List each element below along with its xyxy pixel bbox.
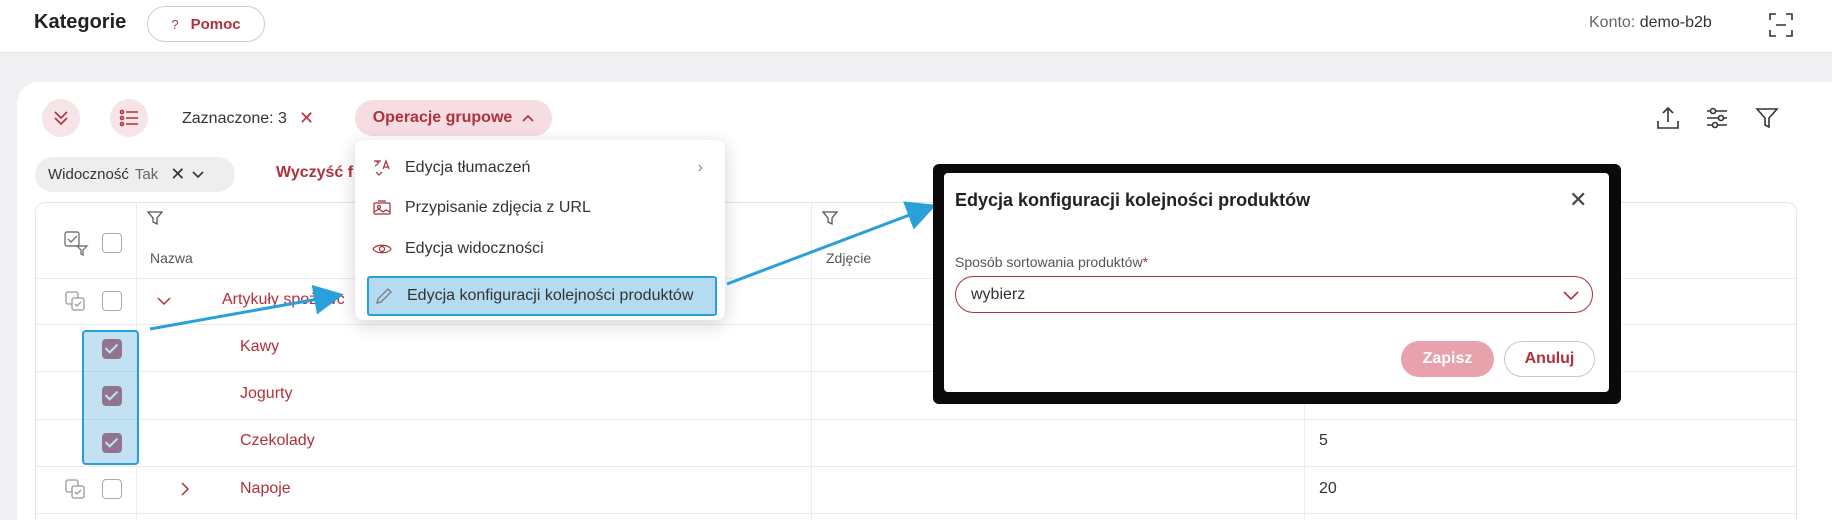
chevron-down-icon[interactable] bbox=[191, 170, 205, 180]
modal-title: Edycja konfiguracji kolejności produktów bbox=[955, 190, 1311, 210]
row-divider bbox=[36, 466, 1796, 467]
help-label: Pomoc bbox=[190, 15, 241, 33]
account-value: demo-b2b bbox=[1639, 14, 1712, 31]
translate-icon bbox=[374, 159, 390, 176]
sort-method-label: Sposób sortowania produktów* bbox=[955, 254, 1148, 270]
help-button[interactable]: ? Pomoc bbox=[147, 6, 265, 42]
clear-filters-link[interactable]: Wyczyść f bbox=[276, 164, 353, 182]
fullscreen-icon[interactable] bbox=[1768, 12, 1794, 38]
column-filter-icon[interactable] bbox=[822, 210, 838, 226]
settings-sliders-icon[interactable] bbox=[1704, 105, 1730, 131]
category-name[interactable]: Czekolady bbox=[240, 432, 315, 450]
remove-filter-icon[interactable]: ✕ bbox=[170, 164, 185, 185]
image-icon bbox=[373, 200, 391, 215]
menu-item-edit-translations[interactable]: Edycja tłumaczeń › bbox=[355, 148, 725, 188]
column-divider bbox=[811, 203, 812, 520]
clear-selection-icon[interactable]: ✕ bbox=[299, 108, 314, 129]
question-icon: ? bbox=[171, 16, 179, 32]
required-mark: * bbox=[1142, 254, 1149, 270]
select-subtree-icon[interactable] bbox=[64, 478, 86, 500]
row-divider bbox=[36, 419, 1796, 420]
chevron-right-icon: › bbox=[697, 159, 703, 176]
group-operations-label: Operacje grupowe bbox=[372, 109, 513, 126]
menu-item-edit-product-order[interactable]: Edycja konfiguracji kolejności produktów bbox=[367, 276, 717, 316]
menu-item-assign-image-url[interactable]: Przypisanie zdjęcia z URL bbox=[355, 188, 725, 228]
chevron-down-icon bbox=[1563, 291, 1579, 301]
category-name[interactable]: Kawy bbox=[240, 338, 279, 356]
column-header-photo[interactable]: Zdjęcie bbox=[826, 250, 871, 266]
save-button[interactable]: Zapisz bbox=[1401, 341, 1494, 377]
account-info: Konto: demo-b2b bbox=[1589, 14, 1712, 32]
collapse-all-button[interactable] bbox=[42, 99, 80, 137]
filter-chip-label: Widoczność bbox=[48, 166, 129, 183]
column-filter-icon[interactable] bbox=[147, 210, 163, 226]
pencil-icon bbox=[376, 288, 392, 304]
product-count: 20 bbox=[1319, 480, 1337, 497]
edit-product-order-dialog: Edycja konfiguracji kolejności produktów… bbox=[944, 173, 1609, 392]
filter-icon[interactable] bbox=[1754, 105, 1780, 131]
menu-item-label: Edycja konfiguracji kolejności produktów bbox=[407, 287, 694, 304]
account-label: Konto: bbox=[1589, 14, 1636, 31]
selected-label: Zaznaczone: 3 bbox=[182, 109, 287, 127]
select-filter-icon[interactable] bbox=[63, 230, 89, 256]
double-chevron-down-icon bbox=[54, 111, 68, 126]
sort-method-label-text: Sposób sortowania produktów bbox=[955, 254, 1143, 270]
category-name[interactable]: Artykuły spożywc bbox=[222, 291, 345, 309]
sort-method-select[interactable]: wybierz bbox=[955, 276, 1593, 313]
filter-chip-visibility[interactable]: Widoczność Tak ✕ bbox=[35, 157, 235, 192]
select-subtree-icon[interactable] bbox=[64, 290, 86, 312]
chevron-down-icon[interactable] bbox=[156, 293, 172, 309]
menu-item-edit-visibility[interactable]: Edycja widoczności bbox=[355, 229, 725, 269]
close-icon[interactable]: ✕ bbox=[1569, 187, 1587, 213]
menu-item-label: Przypisanie zdjęcia z URL bbox=[405, 199, 591, 216]
selected-count: Zaznaczone: 3 ✕ bbox=[182, 108, 314, 129]
product-count: 5 bbox=[1319, 432, 1328, 449]
cancel-button[interactable]: Anuluj bbox=[1504, 341, 1595, 377]
select-value: wybierz bbox=[971, 285, 1026, 303]
menu-item-label: Edycja tłumaczeń bbox=[405, 159, 531, 176]
export-icon[interactable] bbox=[1655, 105, 1681, 131]
row-checkbox[interactable] bbox=[102, 291, 122, 311]
select-all-checkbox[interactable] bbox=[102, 233, 122, 253]
menu-item-label: Edycja widoczności bbox=[405, 240, 544, 257]
row-divider bbox=[36, 513, 1796, 514]
group-operations-menu: Edycja tłumaczeń › Przypisanie zdjęcia z… bbox=[355, 140, 725, 320]
top-bar: Kategorie ? Pomoc Konto: demo-b2b bbox=[0, 0, 1832, 53]
list-view-button[interactable] bbox=[110, 99, 148, 137]
row-checkbox[interactable] bbox=[102, 479, 122, 499]
column-header-name[interactable]: Nazwa bbox=[150, 250, 193, 266]
chevron-up-icon bbox=[522, 114, 534, 122]
checkbox-selection-highlight bbox=[82, 330, 139, 465]
page-title: Kategorie bbox=[34, 11, 127, 33]
category-name[interactable]: Jogurty bbox=[240, 385, 292, 403]
chevron-right-icon[interactable] bbox=[177, 481, 193, 497]
list-icon bbox=[119, 109, 138, 127]
eye-icon bbox=[372, 244, 392, 254]
category-name[interactable]: Napoje bbox=[240, 480, 291, 498]
group-operations-button[interactable]: Operacje grupowe bbox=[355, 100, 552, 136]
filter-chip-value: Tak bbox=[134, 166, 159, 183]
